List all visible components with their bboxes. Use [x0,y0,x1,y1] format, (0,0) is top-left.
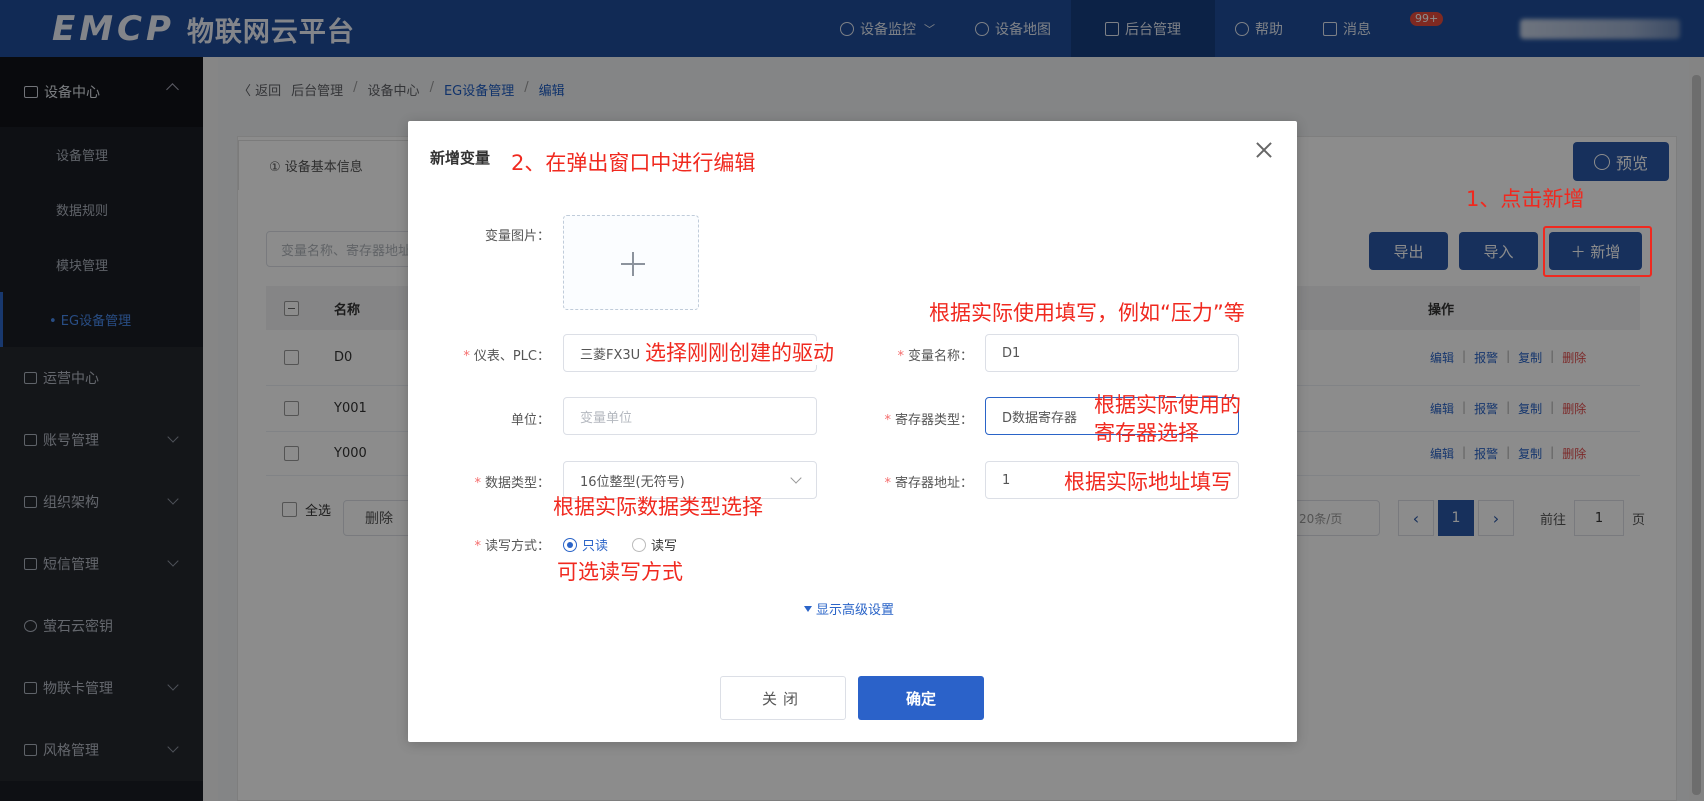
radio-readonly[interactable]: 只读 [563,535,608,554]
data-type-label: * 数据类型： [474,476,550,491]
advanced-settings-toggle[interactable]: 显示高级设置 [804,599,894,618]
dialog-close-button[interactable]: 关闭 [720,676,846,720]
annotation-datatype-select: 根据实际数据类型选择 [553,495,763,519]
radio-dot [632,537,646,552]
radio-dot [563,537,577,552]
annotation-select-driver: 选择刚刚创建的驱动 [645,341,834,366]
radio-label: 只读 [582,539,609,554]
data-type-select[interactable]: 16位整型(无符号) [563,461,817,499]
add-button-highlight [1543,226,1652,277]
close-icon[interactable] [1253,139,1275,161]
image-label: 变量图片： [484,229,550,244]
annotation-addr-fill: 根据实际地址填写 [1064,470,1232,494]
annotation-step1: 1、点击新增 [1466,187,1585,211]
data-type-value: 16位整型(无符号) [580,474,685,490]
radio-readwrite[interactable]: 读写 [632,535,677,554]
var-name-input[interactable]: D1 [985,334,1239,372]
dialog-title: 新增变量 [430,149,491,167]
radio-label: 读写 [651,539,678,554]
rw-label: * 读写方式： [474,539,550,554]
plc-label: * 仪表、PLC： [463,349,550,364]
var-name-label: * 变量名称： [897,349,973,364]
chevron-down-icon [790,472,802,484]
annotation-reg-select-1: 根据实际使用的 [1094,393,1241,417]
advanced-label: 显示高级设置 [816,603,895,618]
dialog-confirm-button[interactable]: 确定 [858,676,984,720]
unit-input[interactable]: 变量单位 [563,397,817,435]
annotation-fill-name: 根据实际使用填写，例如“压力”等 [929,301,1245,325]
annotation-step2: 2、在弹出窗口中进行编辑 [511,151,756,175]
image-upload[interactable] [563,215,699,310]
reg-addr-label: * 寄存器地址： [884,476,973,491]
caret-down-icon [804,605,812,612]
annotation-reg-select-2: 寄存器选择 [1094,421,1199,445]
annotation-rw-select: 可选读写方式 [557,560,683,584]
unit-label: 单位： [510,413,550,428]
reg-type-label: * 寄存器类型： [884,413,973,428]
